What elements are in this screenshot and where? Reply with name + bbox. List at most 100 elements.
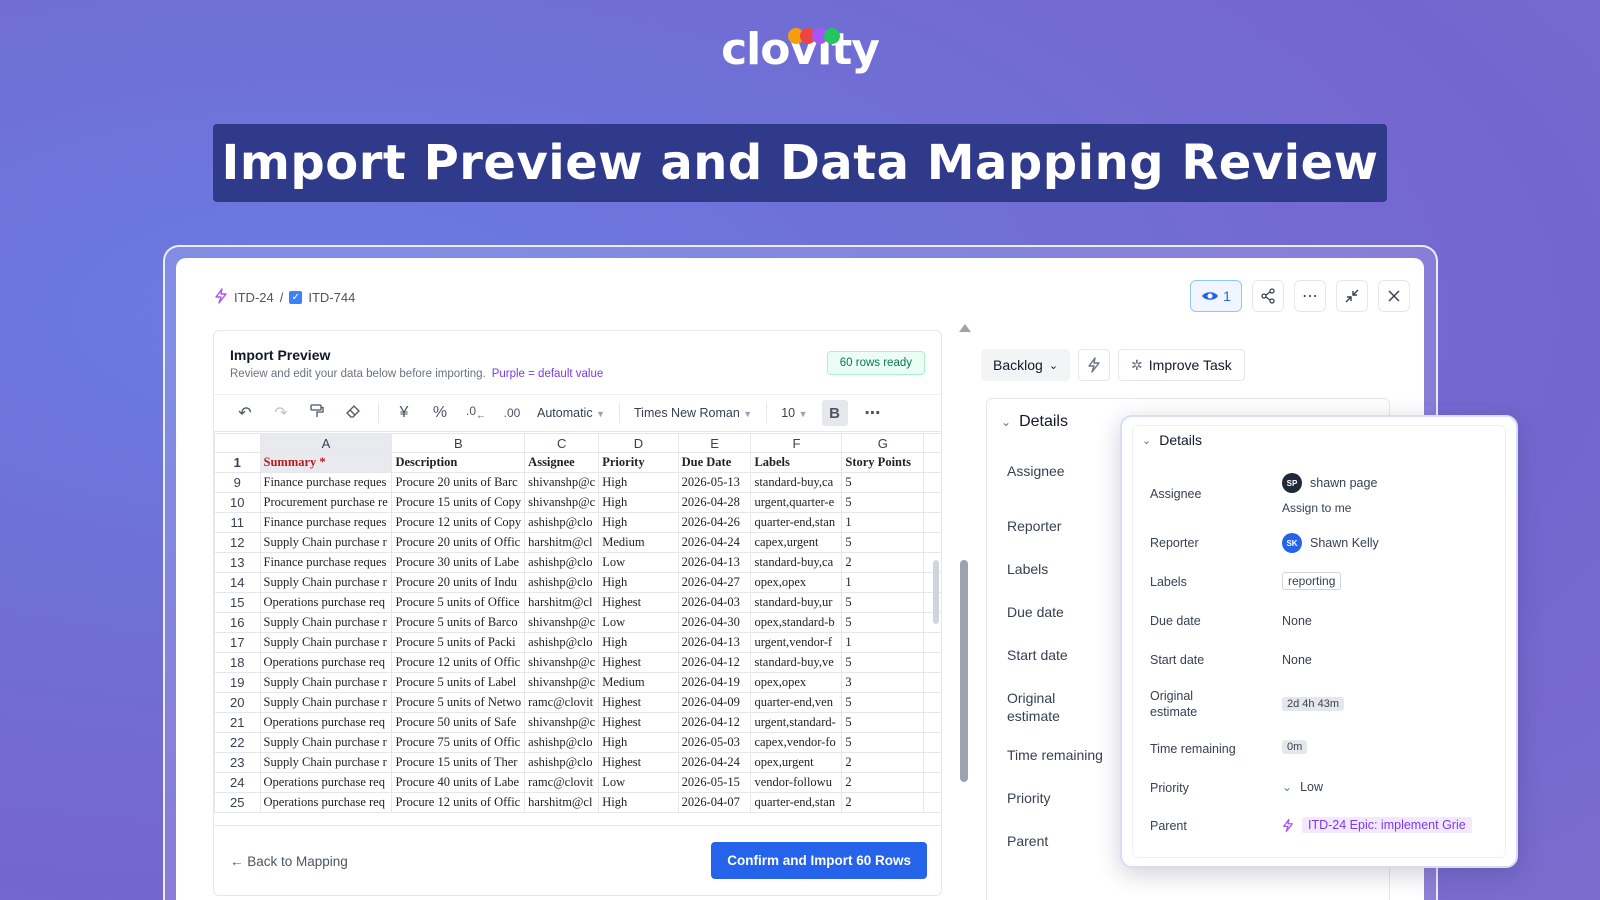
table-cell[interactable]: opex,opex xyxy=(750,572,843,593)
table-cell[interactable]: harshitm@cl xyxy=(524,792,600,813)
table-cell[interactable]: 3 xyxy=(841,672,925,693)
table-cell[interactable]: shivanshp@c xyxy=(524,492,600,513)
redo-icon[interactable]: ↷ xyxy=(270,403,292,423)
table-cell[interactable]: Procure 40 units of Labe xyxy=(391,772,526,793)
table-cell[interactable]: High xyxy=(598,792,679,813)
table-cell[interactable]: Medium xyxy=(598,532,679,553)
table-cell[interactable]: 2026-04-27 xyxy=(677,572,752,593)
table-cell[interactable]: 5 xyxy=(841,692,925,713)
details-header[interactable]: ⌄ Details xyxy=(1001,413,1068,431)
table-cell[interactable]: capex,vendor-fo xyxy=(750,732,843,753)
table-cell[interactable]: 2026-04-07 xyxy=(677,792,752,813)
table-cell[interactable]: 2026-04-12 xyxy=(677,652,752,673)
table-cell[interactable]: standard-buy,ve xyxy=(750,652,843,673)
table-cell[interactable]: 2026-04-24 xyxy=(677,532,752,553)
table-cell[interactable]: opex,urgent xyxy=(750,752,843,773)
table-cell[interactable]: 5 xyxy=(841,492,925,513)
table-cell[interactable]: 5 xyxy=(841,472,925,493)
table-cell[interactable]: 5 xyxy=(841,532,925,553)
table-cell[interactable]: Low xyxy=(598,772,679,793)
table-cell[interactable]: 2 xyxy=(841,752,925,773)
row-number[interactable]: 19 xyxy=(214,672,261,693)
table-cell[interactable]: 2026-04-28 xyxy=(677,492,752,513)
table-cell[interactable]: 5 xyxy=(841,732,925,753)
header-cell[interactable]: Description xyxy=(391,452,526,473)
header-cell[interactable]: Story Points xyxy=(841,452,925,473)
corner-cell[interactable] xyxy=(214,433,261,453)
table-cell[interactable]: Procure 12 units of Offic xyxy=(391,792,526,813)
table-cell[interactable]: Procurement purchase re xyxy=(259,492,393,513)
table-cell[interactable]: shivanshp@c xyxy=(524,712,600,733)
breadcrumb-epic[interactable]: ITD-24 xyxy=(234,290,274,305)
table-cell[interactable]: Highest xyxy=(598,712,679,733)
table-cell[interactable]: High xyxy=(598,632,679,653)
start-date-value[interactable]: None xyxy=(1282,653,1312,667)
table-cell[interactable]: Procure 5 units of Office xyxy=(391,592,526,613)
more-icon[interactable]: ⋯ xyxy=(862,403,884,423)
priority-value[interactable]: ⌄ Low xyxy=(1282,780,1323,794)
table-cell[interactable]: opex,opex xyxy=(750,672,843,693)
popup-details-header[interactable]: ⌄ Details xyxy=(1142,432,1202,448)
row-number[interactable]: 22 xyxy=(214,732,261,753)
table-cell[interactable]: High xyxy=(598,732,679,753)
font-dropdown[interactable]: Times New Roman ▼ xyxy=(634,406,752,420)
table-cell[interactable]: 5 xyxy=(841,712,925,733)
decrease-decimal-icon[interactable]: .0← xyxy=(465,404,487,421)
table-cell[interactable]: ashishp@clo xyxy=(524,552,600,573)
table-cell[interactable]: 2026-04-30 xyxy=(677,612,752,633)
row-number[interactable]: 25 xyxy=(214,792,261,813)
table-cell[interactable]: Operations purchase req xyxy=(259,712,393,733)
table-cell[interactable]: 2026-04-03 xyxy=(677,592,752,613)
table-cell[interactable]: Procure 15 units of Ther xyxy=(391,752,526,773)
column-header[interactable]: B xyxy=(391,433,526,453)
column-header[interactable]: D xyxy=(598,433,679,453)
table-cell[interactable]: Finance purchase reques xyxy=(259,472,393,493)
parent-value[interactable]: ITD-24 Epic: implement Grie xyxy=(1282,817,1472,833)
table-cell[interactable]: Procure 12 units of Offic xyxy=(391,652,526,673)
reporter-value[interactable]: SK Shawn Kelly xyxy=(1282,533,1379,553)
table-cell[interactable]: Supply Chain purchase r xyxy=(259,572,393,593)
column-header[interactable]: G xyxy=(841,433,925,453)
table-cell[interactable]: shivanshp@c xyxy=(524,612,600,633)
automation-button[interactable] xyxy=(1078,349,1111,381)
table-cell[interactable]: 5 xyxy=(841,652,925,673)
table-cell[interactable]: 2 xyxy=(841,792,925,813)
table-cell[interactable]: Highest xyxy=(598,752,679,773)
table-cell[interactable]: ashishp@clo xyxy=(524,512,600,533)
back-to-mapping-link[interactable]: ← Back to Mapping xyxy=(230,854,348,869)
header-cell[interactable]: Summary * xyxy=(259,452,393,473)
breadcrumb-task[interactable]: ITD-744 xyxy=(308,290,355,305)
undo-icon[interactable]: ↶ xyxy=(234,403,256,423)
share-button[interactable] xyxy=(1252,280,1284,312)
table-cell[interactable]: Procure 50 units of Safe xyxy=(391,712,526,733)
table-cell[interactable]: 2026-05-03 xyxy=(677,732,752,753)
table-cell[interactable]: Procure 20 units of Offic xyxy=(391,532,526,553)
table-cell[interactable]: Finance purchase reques xyxy=(259,512,393,533)
table-cell[interactable]: Procure 12 units of Copy xyxy=(391,512,526,533)
row-number[interactable]: 17 xyxy=(214,632,261,653)
table-cell[interactable]: standard-buy,ca xyxy=(750,472,843,493)
watch-button[interactable]: 1 xyxy=(1190,280,1242,312)
table-cell[interactable]: Medium xyxy=(598,672,679,693)
table-cell[interactable]: harshitm@cl xyxy=(524,532,600,553)
table-cell[interactable]: ramc@clovit xyxy=(524,692,600,713)
table-cell[interactable]: 2026-04-13 xyxy=(677,632,752,653)
table-cell[interactable]: High xyxy=(598,492,679,513)
table-cell[interactable]: Procure 5 units of Packi xyxy=(391,632,526,653)
table-cell[interactable]: opex,standard-b xyxy=(750,612,843,633)
eraser-icon[interactable] xyxy=(342,403,364,424)
header-cell[interactable]: Priority xyxy=(598,452,679,473)
minimize-button[interactable] xyxy=(1336,280,1368,312)
table-cell[interactable]: quarter-end,stan xyxy=(750,792,843,813)
table-cell[interactable]: Low xyxy=(598,612,679,633)
paint-format-icon[interactable] xyxy=(306,403,328,424)
row-number[interactable]: 11 xyxy=(214,512,261,533)
table-cell[interactable]: High xyxy=(598,572,679,593)
table-cell[interactable]: standard-buy,ca xyxy=(750,552,843,573)
table-cell[interactable]: Supply Chain purchase r xyxy=(259,732,393,753)
table-cell[interactable]: 5 xyxy=(841,612,925,633)
table-cell[interactable]: 2026-05-13 xyxy=(677,472,752,493)
table-cell[interactable]: Supply Chain purchase r xyxy=(259,632,393,653)
table-cell[interactable]: 2026-05-15 xyxy=(677,772,752,793)
labels-value[interactable]: reporting xyxy=(1282,572,1342,590)
